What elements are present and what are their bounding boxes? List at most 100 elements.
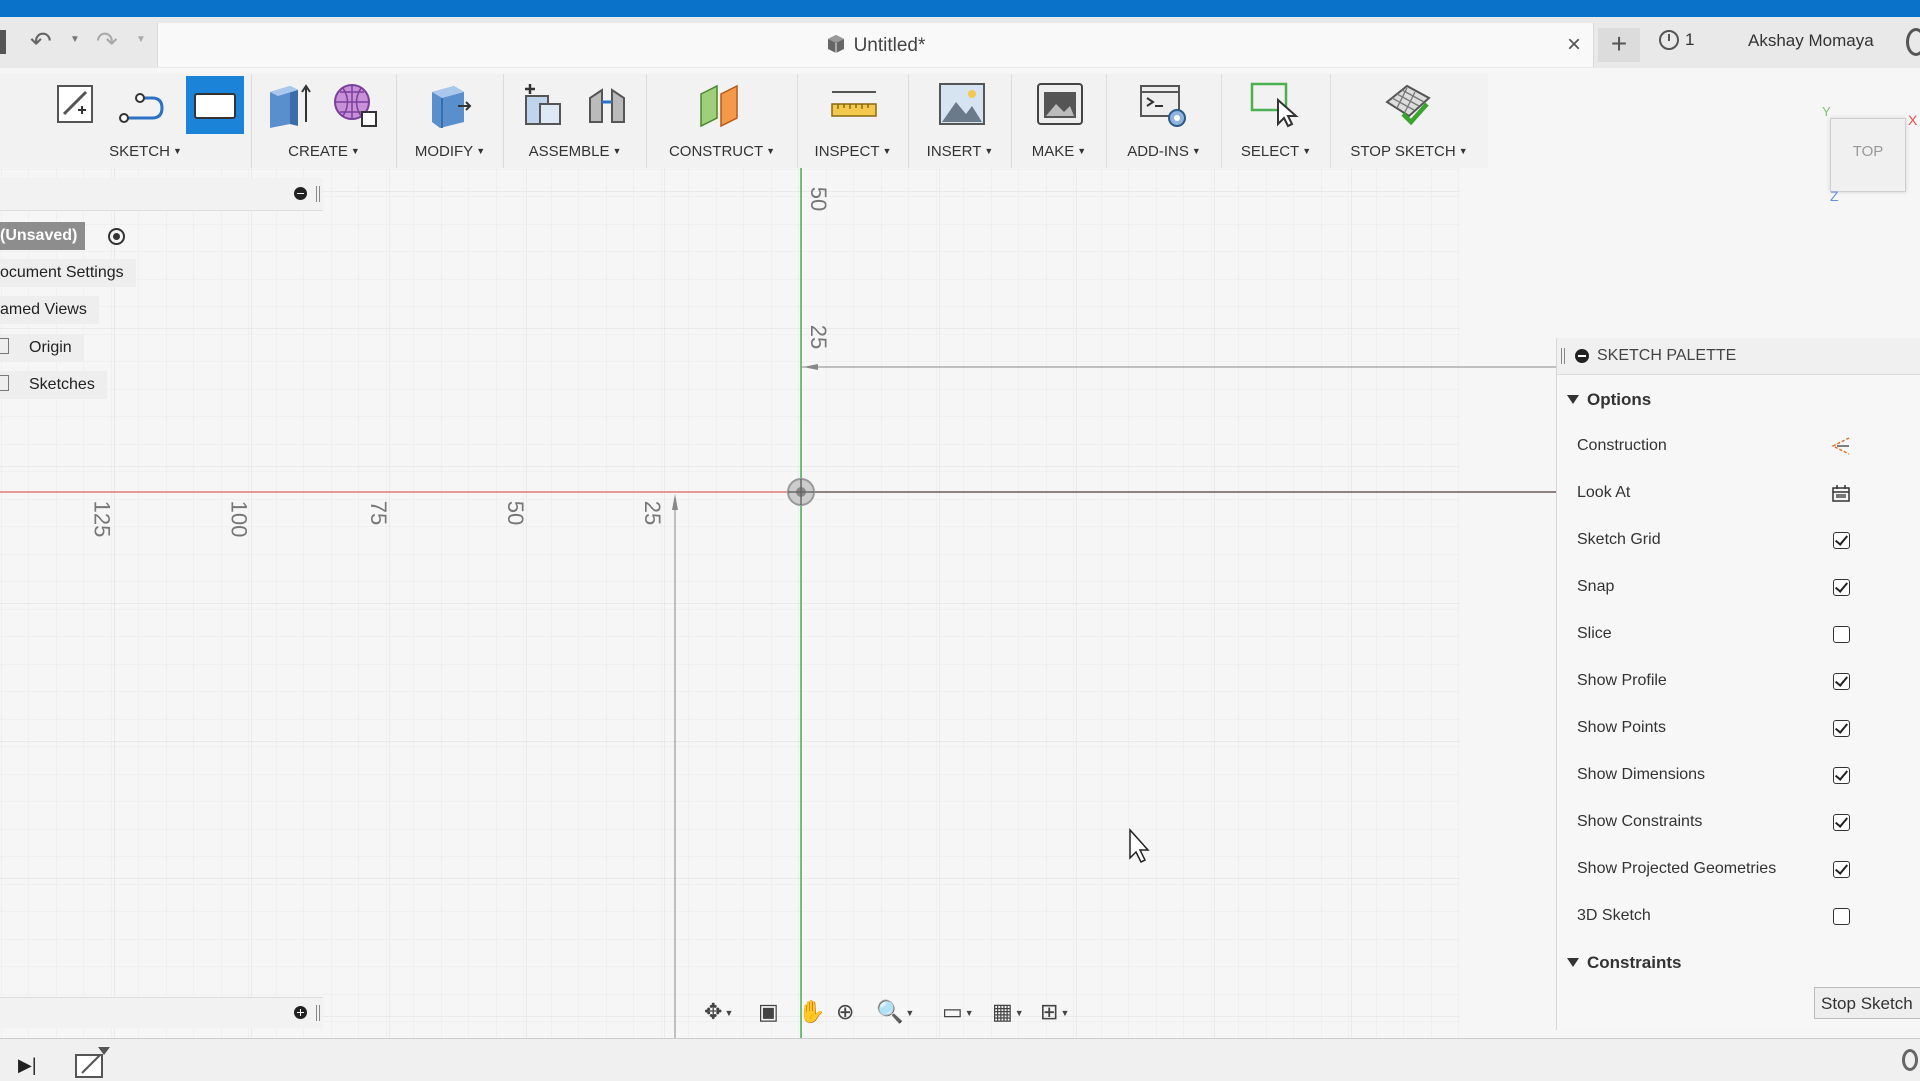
option-label: Slice: [1577, 625, 1612, 642]
new-component-icon[interactable]: [516, 78, 568, 130]
3d-sketch-checkbox[interactable]: [1831, 906, 1851, 926]
expander-icon[interactable]: [0, 375, 9, 391]
option-label: Show Dimensions: [1577, 766, 1706, 783]
browser-grip-handle[interactable]: [316, 186, 320, 202]
form-icon[interactable]: [328, 78, 380, 130]
constraints-section-toggle[interactable]: Constraints: [1567, 953, 1681, 973]
show-dimensions-checkbox[interactable]: [1831, 765, 1851, 785]
window-title-bar: [0, 0, 1920, 17]
sketch-canvas[interactable]: 125 100 75 50 25 50 25: [0, 168, 1556, 1038]
view-cube[interactable]: TOP: [1830, 118, 1906, 192]
option-show-constraints: Show Constraints: [1577, 807, 1907, 837]
user-name[interactable]: Akshay Momaya: [1748, 31, 1874, 51]
browser-collapse-icon[interactable]: [294, 187, 307, 200]
viewports-button[interactable]: ⊞ ▼: [1040, 998, 1069, 1026]
undo-icon[interactable]: ↶: [30, 26, 52, 57]
ruler-x-label: 50: [503, 500, 529, 526]
construct-label: CONSTRUCT: [668, 143, 764, 160]
measure-icon[interactable]: [828, 78, 880, 130]
insert-image-icon[interactable]: [936, 78, 988, 130]
toolbar-group-construct: CONSTRUCT ▼: [647, 74, 798, 168]
grid-settings-button[interactable]: ▦ ▼: [992, 998, 1024, 1026]
look-at-icon[interactable]: [1831, 483, 1851, 503]
browser-item-named-views[interactable]: amed Views: [0, 296, 99, 324]
add-ins-menu[interactable]: ADD-INS ▼: [1107, 143, 1221, 160]
sketch-label: SKETCH: [109, 143, 170, 160]
assemble-menu[interactable]: ASSEMBLE ▼: [504, 143, 646, 160]
timeline-play-end-icon[interactable]: ▶|: [18, 1055, 37, 1076]
activate-component-icon[interactable]: [108, 228, 125, 245]
show-points-checkbox[interactable]: [1831, 718, 1851, 738]
toolbar-group-sketch: SKETCH ▼: [40, 74, 252, 168]
create-sketch-icon[interactable]: [50, 78, 102, 130]
expander-icon[interactable]: [0, 338, 9, 354]
timeline-sketch-feature-icon[interactable]: [74, 1045, 114, 1079]
stop-sketch-menu[interactable]: STOP SKETCH ▼: [1331, 143, 1487, 160]
rectangle-tool-active[interactable]: [186, 76, 244, 134]
create-menu[interactable]: CREATE ▼: [252, 143, 396, 160]
checkbox-checked: [1833, 767, 1850, 784]
inspect-menu[interactable]: INSPECT ▼: [798, 143, 908, 160]
palette-grip-handle[interactable]: [1561, 348, 1565, 364]
insert-menu[interactable]: INSERT ▼: [909, 143, 1011, 160]
select-icon[interactable]: [1248, 78, 1300, 130]
palette-collapse-icon[interactable]: [1575, 349, 1589, 363]
ruler-x-label: 25: [640, 500, 666, 526]
display-settings-button[interactable]: ▭ ▼: [942, 998, 974, 1026]
sketch-menu[interactable]: SKETCH ▼: [40, 143, 251, 160]
look-at-button[interactable]: ▣: [758, 998, 779, 1026]
extrude-icon[interactable]: [262, 78, 314, 130]
view-cube-face-top[interactable]: TOP: [1831, 143, 1905, 160]
ribbon-toolbar: SKETCH ▼ CREATE ▼ MODIFY ▼ ASSEMBLE ▼ CONSTR…: [0, 74, 1488, 168]
comments-expand-icon[interactable]: [294, 1006, 307, 1019]
option-label: Sketch Grid: [1577, 531, 1661, 548]
modify-label: MODIFY: [414, 143, 474, 160]
redo-dropdown-icon[interactable]: ▼: [136, 34, 146, 45]
new-tab-button[interactable]: +: [1598, 28, 1640, 62]
browser-item-document-settings[interactable]: ocument Settings: [0, 259, 136, 287]
document-title-text: Untitled*: [853, 35, 926, 56]
joint-icon[interactable]: [582, 78, 634, 130]
construct-menu[interactable]: CONSTRUCT ▼: [647, 143, 797, 160]
fit-button[interactable]: 🔍 ▼: [876, 998, 914, 1026]
line-tool-icon[interactable]: [116, 78, 168, 130]
show-profile-checkbox[interactable]: [1831, 671, 1851, 691]
browser-item-sketches[interactable]: Sketches: [0, 371, 107, 399]
snap-checkbox[interactable]: [1831, 577, 1851, 597]
option-label: Show Constraints: [1577, 813, 1703, 830]
modify-menu[interactable]: MODIFY ▼: [397, 143, 503, 160]
stop-sketch-button[interactable]: Stop Sketch: [1814, 987, 1920, 1019]
job-status-button[interactable]: 1: [1659, 30, 1694, 60]
browser-item-origin[interactable]: Origin: [0, 334, 84, 362]
offset-plane-icon[interactable]: [695, 78, 747, 130]
sketch-grid-checkbox[interactable]: [1831, 530, 1851, 550]
slice-checkbox[interactable]: [1831, 624, 1851, 644]
document-tab[interactable]: Untitled* ×: [157, 23, 1594, 67]
viewports-icon: ⊞: [1040, 999, 1059, 1024]
option-show-profile: Show Profile: [1577, 666, 1907, 696]
pan-button[interactable]: ✋: [798, 998, 825, 1026]
redo-icon[interactable]: ↷: [96, 26, 118, 57]
select-menu[interactable]: SELECT ▼: [1222, 143, 1330, 160]
construction-icon[interactable]: [1831, 436, 1851, 456]
zoom-button[interactable]: ⊕: [836, 998, 854, 1026]
browser-root-node[interactable]: (Unsaved): [0, 222, 86, 250]
view-cube-x-axis: X: [1908, 112, 1918, 128]
press-pull-icon[interactable]: [424, 78, 476, 130]
comments-grip-handle[interactable]: [316, 1005, 320, 1021]
checkbox-checked: [1833, 673, 1850, 690]
option-label: Show Projected Geometries: [1577, 860, 1777, 877]
orbit-button[interactable]: ✥ ▼: [704, 998, 733, 1026]
show-projected-geometries-checkbox[interactable]: [1831, 859, 1851, 879]
scripts-addins-icon[interactable]: [1137, 78, 1189, 130]
help-icon[interactable]: [1906, 28, 1920, 56]
3d-print-icon[interactable]: [1034, 78, 1086, 130]
stop-sketch-icon[interactable]: [1383, 78, 1435, 130]
close-tab-icon[interactable]: ×: [1561, 31, 1587, 59]
data-panel-stub[interactable]: [0, 30, 6, 54]
show-constraints-checkbox[interactable]: [1831, 812, 1851, 832]
options-section-toggle[interactable]: Options: [1567, 390, 1651, 410]
make-menu[interactable]: MAKE ▼: [1012, 143, 1106, 160]
undo-dropdown-icon[interactable]: ▼: [70, 34, 80, 45]
timeline-settings-icon[interactable]: [1902, 1049, 1918, 1071]
